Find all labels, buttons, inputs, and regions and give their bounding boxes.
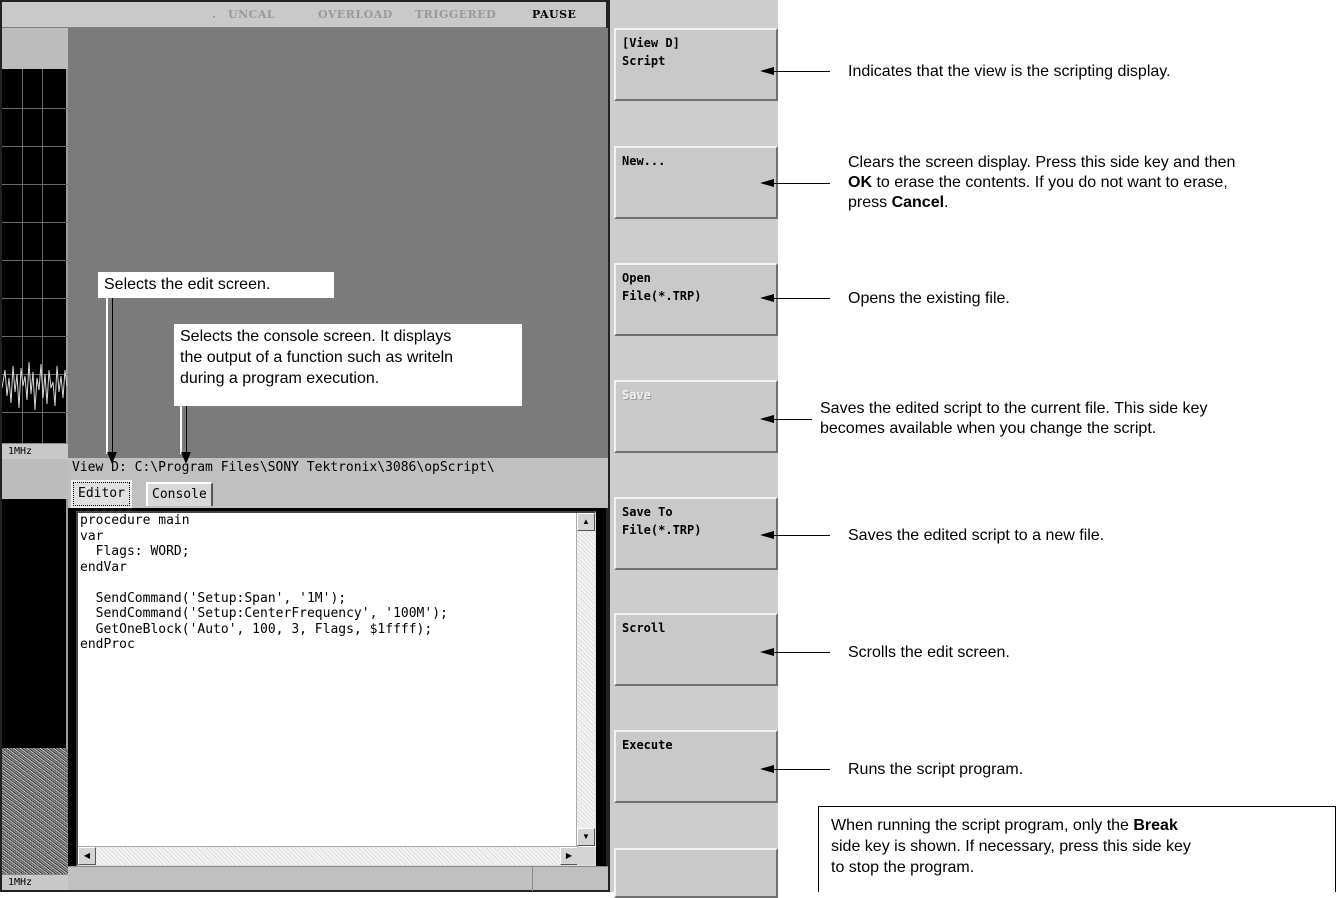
vertical-scrollbar[interactable]: ▲ ▼ (576, 513, 595, 846)
callout-editor-leader (112, 298, 113, 454)
side-key-new[interactable]: New... (614, 146, 778, 219)
note-execute: Runs the script program. (848, 761, 1024, 778)
spectrogram-noise (2, 748, 68, 874)
tab-editor[interactable]: Editor (71, 480, 132, 508)
side-key-line1: Save To (622, 505, 673, 519)
side-key-line1: [View D] (622, 36, 680, 50)
scroll-right-icon[interactable]: ▶ (560, 847, 578, 865)
side-key-line1: New... (622, 154, 666, 168)
note-saveto: Saves the edited script to a new file. (848, 527, 1105, 544)
bottom-status-bar (68, 866, 608, 891)
note-box-line3: to stop the program. (831, 859, 975, 876)
side-key-line1: Scroll (622, 621, 666, 635)
side-key-save-to-file[interactable]: Save To File(*.TRP) (614, 497, 778, 570)
analyzer-screen: . UNCAL OVERLOAD TRIGGERED PAUSE 1MHz 1M… (0, 0, 608, 892)
strip-header (2, 28, 68, 69)
freq-label-top: 1MHz (2, 443, 74, 459)
note-box-line1: When running the script program, only th… (831, 817, 1178, 834)
status-bar: . UNCAL OVERLOAD TRIGGERED PAUSE (2, 2, 606, 28)
view-path-bar: View D: C:\Program Files\SONY Tektronix\… (68, 458, 608, 478)
note-save-line1: Saves the edited script to the current f… (820, 400, 1208, 417)
tab-console[interactable]: Console (146, 482, 213, 506)
status-triggered: TRIGGERED (415, 8, 497, 21)
note-save: Saves the edited script to the current f… (820, 399, 1338, 439)
side-key-line1: Save (622, 388, 651, 402)
side-key-view-script[interactable]: [View D] Script (614, 28, 778, 101)
code-text[interactable]: procedure main var Flags: WORD; endVar S… (80, 513, 570, 843)
side-key-scroll[interactable]: Scroll (614, 613, 778, 686)
scroll-up-icon[interactable]: ▲ (577, 513, 595, 531)
execution-note-box: When running the script program, only th… (818, 806, 1336, 892)
note-scroll: Scrolls the edit screen. (848, 644, 1010, 661)
callout-editor: Selects the edit screen. (98, 272, 334, 298)
status-uncal: UNCAL (228, 8, 276, 21)
note-view: Indicates that the view is the scripting… (848, 63, 1171, 80)
freq-label-bottom: 1MHz (2, 874, 74, 890)
side-key-line2: File(*.TRP) (622, 289, 702, 303)
status-pause: PAUSE (532, 8, 577, 21)
side-key-execute[interactable]: Execute (614, 730, 778, 803)
strip-divider (2, 459, 68, 499)
spectrum-trace (2, 361, 68, 411)
status-dot: . (212, 8, 217, 21)
scroll-left-icon[interactable]: ◀ (78, 847, 96, 865)
note-box-line2: side key is shown. If necessary, press t… (831, 838, 1191, 855)
note-save-line2: becomes available when you change the sc… (820, 420, 1157, 437)
side-key-save[interactable]: Save (614, 380, 778, 453)
spectrum-strip: 1MHz 1MHz (2, 28, 74, 890)
side-key-line2: File(*.TRP) (622, 523, 702, 537)
callout-editor-arrow-icon (107, 452, 117, 464)
status-overload: OVERLOAD (318, 8, 393, 21)
callout-console-arrow-icon (181, 452, 191, 464)
scroll-down-icon[interactable]: ▼ (577, 828, 595, 846)
callout-console-line2: the output of a function such as writeln (180, 349, 454, 366)
callout-console-leader (186, 406, 187, 454)
side-key-open-file[interactable]: Open File(*.TRP) (614, 263, 778, 336)
horizontal-scrollbar[interactable]: ◀ ▶ (78, 846, 578, 865)
script-editor[interactable]: procedure main var Flags: WORD; endVar S… (76, 511, 596, 866)
note-new-line1: Clears the screen display. Press this si… (848, 154, 1236, 171)
tab-row: Editor Console (68, 478, 608, 508)
side-key-empty[interactable] (614, 848, 778, 898)
scroll-corner (577, 847, 595, 865)
side-key-line1: Open (622, 271, 651, 285)
callout-console-line1: Selects the console screen. It displays (180, 328, 452, 345)
note-new: Clears the screen display. Press this si… (848, 153, 1338, 213)
note-new-line3: press Cancel. (848, 194, 949, 211)
side-key-line1: Execute (622, 738, 673, 752)
note-open: Opens the existing file. (848, 290, 1010, 307)
callout-console-line3: during a program execution. (180, 370, 380, 387)
callout-console: Selects the console screen. It displays … (174, 324, 522, 406)
note-new-line2: OK to erase the contents. If you do not … (848, 174, 1228, 191)
side-key-line2: Script (622, 54, 666, 68)
side-menu: [View D] Script New... Open File(*.TRP) … (608, 0, 778, 898)
